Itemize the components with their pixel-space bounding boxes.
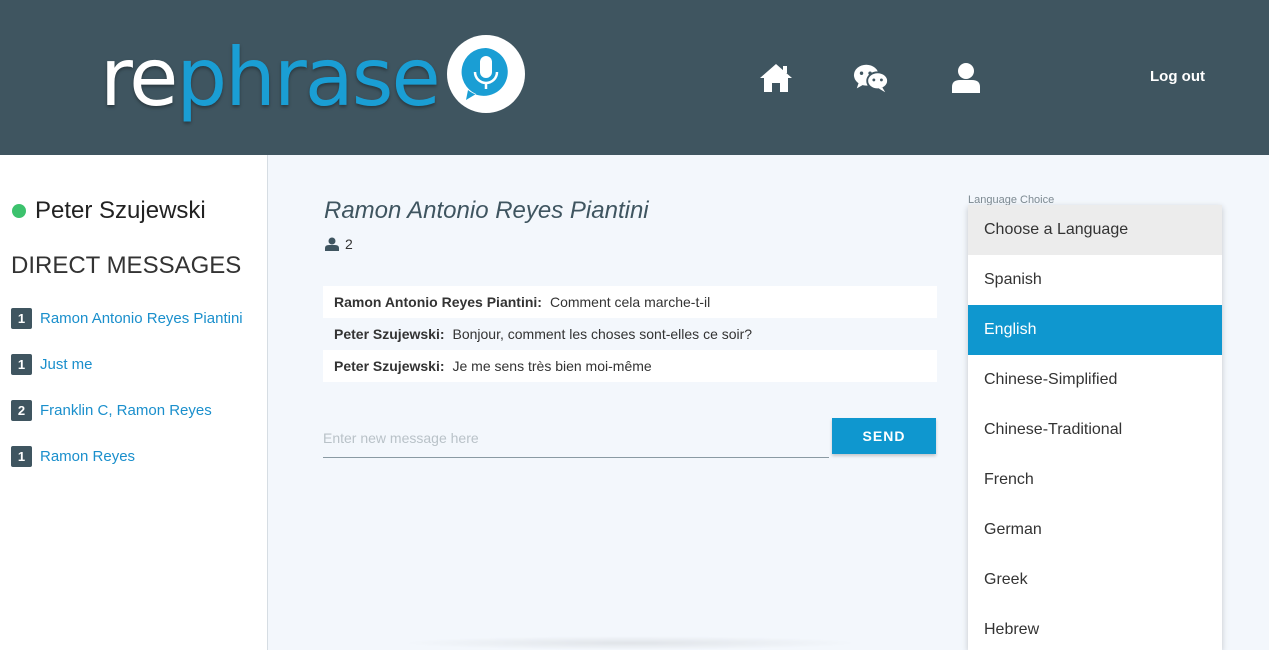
message-text: Comment cela marche-t-il: [549, 294, 711, 310]
dm-item-label[interactable]: Ramon Antonio Reyes Piantini: [40, 310, 243, 327]
participant-count-value: 2: [345, 236, 353, 252]
message-text: Je me sens très bien moi-même: [452, 358, 652, 374]
logo-wordmark: rephrase: [100, 31, 441, 124]
chat-icon[interactable]: [853, 60, 889, 96]
language-dropdown-menu[interactable]: Choose a Language Spanish English Chines…: [968, 205, 1222, 650]
language-option-chinese-traditional[interactable]: Chinese-Traditional: [968, 405, 1222, 455]
unread-count-badge: 1: [11, 445, 32, 467]
unread-count-badge: 2: [11, 399, 32, 421]
language-option-english[interactable]: English: [968, 305, 1222, 355]
message-input[interactable]: [323, 418, 829, 458]
current-user: Peter Szujewski: [12, 197, 206, 225]
message-row: Ramon Antonio Reyes Piantini: Comment ce…: [323, 286, 937, 318]
language-placeholder-option[interactable]: Choose a Language: [968, 205, 1222, 255]
dm-item-just-me[interactable]: 1 Just me: [11, 353, 243, 375]
online-status-icon: [12, 204, 26, 218]
unread-count-badge: 1: [11, 353, 32, 375]
unread-count-badge: 1: [11, 307, 32, 329]
current-user-name: Peter Szujewski: [35, 197, 206, 224]
user-icon[interactable]: [948, 60, 984, 96]
dm-item-label[interactable]: Just me: [40, 356, 93, 373]
message-row: Peter Szujewski: Bonjour, comment les ch…: [323, 318, 937, 350]
dm-item-label[interactable]: Ramon Reyes: [40, 448, 135, 465]
message-sender: Peter Szujewski:: [334, 326, 445, 342]
language-option-german[interactable]: German: [968, 505, 1222, 555]
dm-item-label[interactable]: Franklin C, Ramon Reyes: [40, 402, 212, 419]
sidebar: Peter Szujewski DIRECT MESSAGES 1 Ramon …: [0, 155, 268, 650]
dm-item-ramon-antonio-reyes-piantini[interactable]: 1 Ramon Antonio Reyes Piantini: [11, 307, 243, 329]
rephrase-logo[interactable]: rephrase: [100, 28, 525, 128]
participant-count: 2: [325, 236, 353, 252]
language-option-greek[interactable]: Greek: [968, 555, 1222, 605]
language-option-hebrew[interactable]: Hebrew: [968, 605, 1222, 650]
language-option-spanish[interactable]: Spanish: [968, 255, 1222, 305]
message-text: Bonjour, comment les choses sont-elles c…: [452, 326, 753, 342]
logout-link[interactable]: Log out: [1150, 68, 1205, 85]
bottom-shadow: [400, 636, 860, 650]
language-option-french[interactable]: French: [968, 455, 1222, 505]
dm-item-franklin-ramon[interactable]: 2 Franklin C, Ramon Reyes: [11, 399, 243, 421]
direct-messages-list: 1 Ramon Antonio Reyes Piantini 1 Just me…: [11, 307, 243, 491]
conversation-title: Ramon Antonio Reyes Piantini: [324, 197, 649, 224]
top-header: rephrase Log out: [0, 0, 1269, 155]
participants-icon: [325, 237, 339, 251]
home-icon[interactable]: [758, 60, 794, 96]
message-row: Peter Szujewski: Je me sens très bien mo…: [323, 350, 937, 382]
message-sender: Ramon Antonio Reyes Piantini:: [334, 294, 542, 310]
dm-item-ramon-reyes[interactable]: 1 Ramon Reyes: [11, 445, 243, 467]
microphone-icon: [446, 35, 525, 113]
language-option-chinese-simplified[interactable]: Chinese-Simplified: [968, 355, 1222, 405]
message-list: Ramon Antonio Reyes Piantini: Comment ce…: [323, 286, 937, 382]
send-button[interactable]: SEND: [832, 418, 936, 454]
message-sender: Peter Szujewski:: [334, 358, 445, 374]
direct-messages-heading: DIRECT MESSAGES: [11, 252, 242, 279]
